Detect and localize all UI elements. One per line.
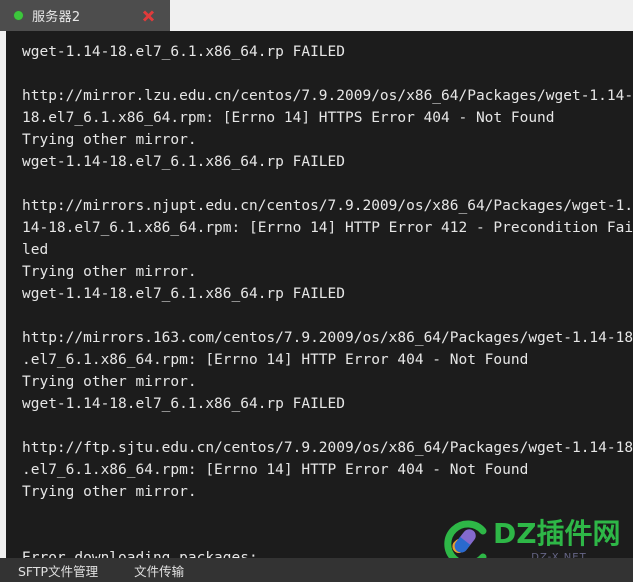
terminal-line: 14-18.el7_6.1.x86_64.rpm: [Errno 14] HTT… (22, 220, 633, 236)
terminal-line: .el7_6.1.x86_64.rpm: [Errno 14] HTTP Err… (22, 352, 529, 368)
terminal-line: wget-1.14-18.el7_6.1.x86_64.rp FAILED (22, 286, 346, 302)
terminal-line: wget-1.14-18.el7_6.1.x86_64.rp FAILED (22, 154, 346, 170)
terminal-line: led (22, 242, 49, 258)
tab-label: 服务器2 (32, 10, 81, 25)
terminal-line: 18.el7_6.1.x86_64.rpm: [Errno 14] HTTPS … (22, 110, 555, 126)
terminal-line: Trying other mirror. (22, 484, 197, 500)
terminal-line: Trying other mirror. (22, 132, 197, 148)
terminal-line: http://ftp.sjtu.edu.cn/centos/7.9.2009/o… (22, 440, 633, 456)
terminal-output: wget-1.14-18.el7_6.1.x86_64.rp FAILED htt… (6, 31, 633, 558)
tab-server2[interactable]: 服务器2 (0, 0, 170, 31)
terminal-line: http://mirrors.njupt.edu.cn/centos/7.9.2… (22, 198, 633, 214)
terminal-line: Error downloading packages: (22, 550, 258, 558)
terminal-line: Trying other mirror. (22, 264, 197, 280)
terminal-panel[interactable]: wget-1.14-18.el7_6.1.x86_64.rp FAILED htt… (6, 31, 633, 558)
terminal-line: http://mirror.lzu.edu.cn/centos/7.9.2009… (22, 88, 633, 104)
terminal-line: .el7_6.1.x86_64.rpm: [Errno 14] HTTP Err… (22, 462, 529, 478)
terminal-line: http://mirrors.163.com/centos/7.9.2009/o… (22, 330, 633, 346)
terminal-line: wget-1.14-18.el7_6.1.x86_64.rp FAILED (22, 396, 346, 412)
connection-status-dot (14, 11, 23, 20)
status-item-file-transfer[interactable]: 文件传输 (134, 561, 184, 580)
terminal-line: wget-1.14-18.el7_6.1.x86_64.rp FAILED (22, 44, 346, 60)
tab-bar: 服务器2 (0, 0, 633, 31)
status-item-sftp-file-manager[interactable]: SFTP文件管理 (18, 561, 98, 580)
close-icon[interactable] (141, 8, 156, 23)
status-bar: SFTP文件管理 文件传输 (0, 558, 633, 582)
terminal-app-window: 服务器2 wget-1.14-18.el7_6.1.x86_64.rp FAIL… (0, 0, 633, 582)
terminal-line: Trying other mirror. (22, 374, 197, 390)
